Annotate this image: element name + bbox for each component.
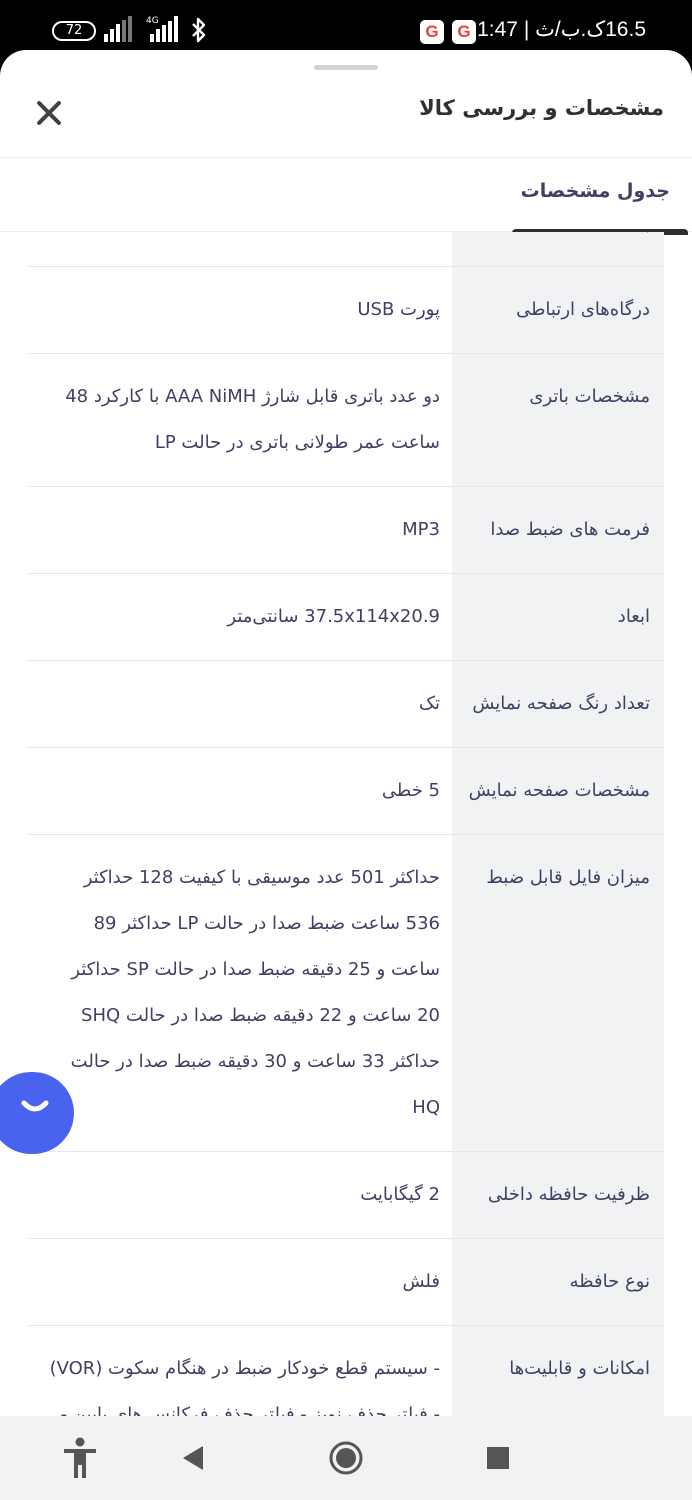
drag-handle[interactable] bbox=[314, 65, 378, 70]
home-circle-icon[interactable] bbox=[322, 1434, 370, 1482]
spec-row: تعداد رنگ صفحه نمایش تک bbox=[28, 661, 664, 748]
spec-key: درگاه‌های ارتباطی bbox=[452, 267, 664, 353]
spec-value bbox=[28, 232, 452, 266]
spec-row: ظرفیت حافظه داخلی 2 گیگابایت bbox=[28, 1152, 664, 1239]
tab-bar: جدول مشخصات bbox=[0, 158, 692, 235]
spec-row: نوع حافظه فلش bbox=[28, 1239, 664, 1326]
spec-key: پخش bbox=[452, 232, 664, 266]
spec-value: - سیستم قطع خودکار ضبط در هنگام سکوت (VO… bbox=[49, 1358, 440, 1416]
spec-key: ظرفیت حافظه داخلی bbox=[452, 1152, 664, 1238]
spec-value: تک bbox=[418, 693, 440, 714]
sheet-title: مشخصات و بررسی کالا bbox=[419, 96, 664, 120]
spec-key: میزان فایل قابل ضبط bbox=[452, 835, 664, 1151]
tab-spec-table-label: جدول مشخصات bbox=[520, 180, 670, 202]
spec-value: حداکثر 501 عدد موسیقی با کیفیت 128 حداکث… bbox=[70, 867, 440, 1118]
spec-key: ابعاد bbox=[452, 574, 664, 660]
status-time-text: 16.5ک.ب/ث | 1:47 bbox=[477, 18, 646, 41]
spec-table-scroll-area[interactable]: پخش درگاه‌های ارتباطی پورت USB مشخصات با… bbox=[0, 232, 692, 1416]
battery-indicator: 72 bbox=[52, 21, 96, 41]
spec-row: مشخصات باتری دو عدد باتری قابل شارژ AAA … bbox=[28, 354, 664, 487]
spec-table: پخش درگاه‌های ارتباطی پورت USB مشخصات با… bbox=[28, 232, 664, 1416]
spec-row: میزان فایل قابل ضبط حداکثر 501 عدد موسیق… bbox=[28, 835, 664, 1152]
spec-key: مشخصات باتری bbox=[452, 354, 664, 486]
spec-row: امکانات و قابلیت‌ها - سیستم قطع خودکار ض… bbox=[28, 1326, 664, 1416]
signal-strength-icon-2 bbox=[150, 16, 184, 42]
spec-row: فرمت های ضبط صدا MP3 bbox=[28, 487, 664, 574]
signal-strength-icon bbox=[104, 16, 134, 42]
spec-row: پخش bbox=[28, 232, 664, 267]
product-specs-sheet: مشخصات و بررسی کالا جدول مشخصات پخش درگا… bbox=[0, 50, 692, 1416]
spec-row: ابعاد 37.5x114x20.9 سانتی‌متر bbox=[28, 574, 664, 661]
spec-value: MP3 bbox=[402, 519, 440, 540]
system-nav-bar bbox=[0, 1416, 692, 1500]
close-icon[interactable] bbox=[34, 98, 64, 128]
spec-row: درگاه‌های ارتباطی پورت USB bbox=[28, 267, 664, 354]
spec-value: 2 گیگابایت bbox=[360, 1184, 440, 1205]
recents-square-icon[interactable] bbox=[474, 1434, 522, 1482]
back-triangle-icon[interactable] bbox=[170, 1434, 218, 1482]
spec-value: پورت USB bbox=[357, 299, 440, 320]
spec-row: مشخصات صفحه نمایش 5 خطی bbox=[28, 748, 664, 835]
google-icon: G bbox=[420, 20, 444, 44]
spec-value: دو عدد باتری قابل شارژ AAA NiMH با کارکر… bbox=[65, 386, 440, 453]
spec-value: 5 خطی bbox=[381, 780, 440, 801]
spec-key: امکانات و قابلیت‌ها bbox=[452, 1326, 664, 1416]
accessibility-icon[interactable] bbox=[56, 1434, 104, 1482]
tab-spec-table[interactable]: جدول مشخصات bbox=[512, 158, 688, 235]
google-icon-2: G bbox=[452, 20, 476, 44]
spec-key: تعداد رنگ صفحه نمایش bbox=[452, 661, 664, 747]
spec-key: مشخصات صفحه نمایش bbox=[452, 748, 664, 834]
spec-value: فلش bbox=[402, 1271, 440, 1292]
chat-smile-icon bbox=[21, 1100, 49, 1112]
spec-key: نوع حافظه bbox=[452, 1239, 664, 1325]
bluetooth-icon bbox=[192, 17, 206, 43]
sheet-header: مشخصات و بررسی کالا bbox=[0, 80, 692, 158]
spec-value: 37.5x114x20.9 سانتی‌متر bbox=[227, 606, 440, 627]
status-bar: 72 4G G G 16.5ک.ب/ث | 1:47 bbox=[0, 0, 692, 54]
spec-key: فرمت های ضبط صدا bbox=[452, 487, 664, 573]
